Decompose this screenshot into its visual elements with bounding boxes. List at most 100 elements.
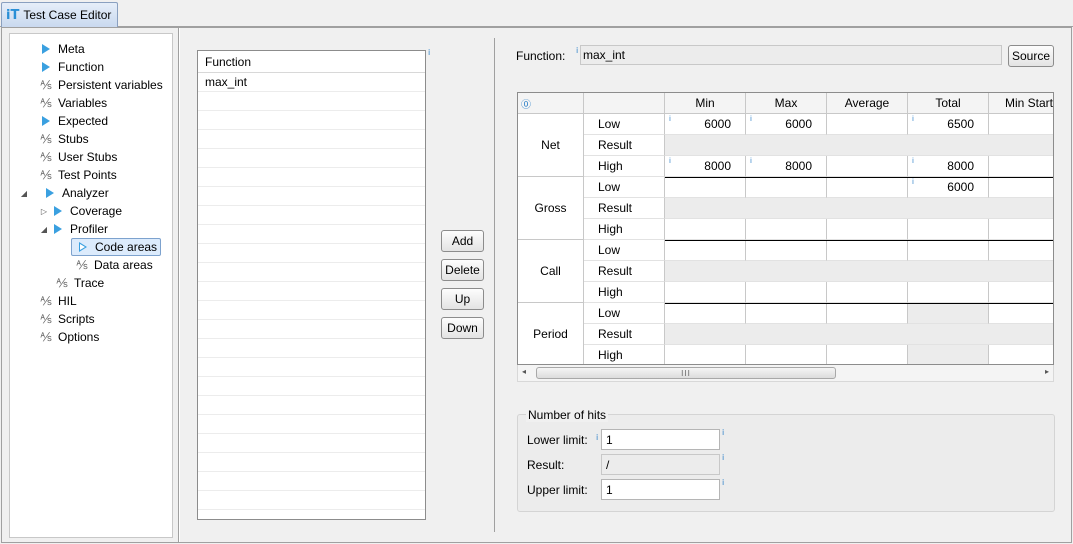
cell-net-low-min[interactable]: i 6000 — [665, 114, 746, 135]
info-icon[interactable]: i — [722, 428, 724, 437]
info-icon[interactable]: i — [722, 453, 724, 462]
empty-row[interactable] — [198, 187, 425, 206]
info-icon[interactable]: i — [576, 46, 578, 55]
empty-row[interactable] — [198, 339, 425, 358]
cell-net-high-average[interactable] — [827, 156, 908, 177]
column-header-min[interactable]: Min — [665, 93, 746, 114]
empty-row[interactable] — [198, 377, 425, 396]
tree-item-code-areas[interactable]: Code areas — [71, 238, 162, 256]
empty-row[interactable] — [198, 358, 425, 377]
empty-row[interactable] — [198, 491, 425, 510]
cell-net-low-average[interactable] — [827, 114, 908, 135]
grid-horizontal-scrollbar[interactable]: ◂ III ▸ — [517, 365, 1054, 382]
function-list-header[interactable]: Function — [198, 51, 425, 73]
column-header-min-start[interactable]: Min Start — [989, 93, 1053, 114]
cell-net-low-min-start[interactable] — [989, 114, 1053, 135]
down-button[interactable]: Down — [441, 317, 484, 339]
tree-item-hil[interactable]: ⅍ HIL — [26, 292, 76, 310]
cell-net-high-total[interactable]: i 8000 — [908, 156, 989, 177]
splitter[interactable] — [178, 28, 180, 542]
info-icon[interactable]: i — [750, 115, 752, 123]
column-header-total[interactable]: Total — [908, 93, 989, 114]
collapse-arrow-icon[interactable]: ◢ — [38, 225, 50, 234]
cell-call-high-max[interactable] — [746, 282, 827, 303]
cell-gross-low-max[interactable] — [746, 177, 827, 198]
cell-gross-low-min-start[interactable] — [989, 177, 1053, 198]
cell-gross-high-average[interactable] — [827, 219, 908, 240]
source-button[interactable]: Source — [1008, 45, 1054, 67]
empty-row[interactable] — [198, 472, 425, 491]
cell-gross-high-min-start[interactable] — [989, 219, 1053, 240]
cell-gross-low-average[interactable] — [827, 177, 908, 198]
collapse-arrow-icon[interactable]: ◢ — [18, 189, 30, 198]
empty-row[interactable] — [198, 453, 425, 472]
delete-button[interactable]: Delete — [441, 259, 484, 281]
empty-row[interactable] — [198, 168, 425, 187]
tree-item-scripts[interactable]: ⅍ Scripts — [26, 310, 94, 328]
cell-call-low-min[interactable] — [665, 240, 746, 261]
info-icon[interactable]: i — [596, 433, 598, 442]
cell-call-low-min-start[interactable] — [989, 240, 1053, 261]
tree-item-trace[interactable]: ⅍ Trace — [54, 274, 104, 292]
tree-item-profiler[interactable]: ◢ Profiler — [38, 220, 108, 238]
tree-item-function[interactable]: Function — [26, 58, 104, 76]
tree-item-coverage[interactable]: ▷ Coverage — [38, 202, 122, 220]
tree-item-data-areas[interactable]: ⅍ Data areas — [74, 256, 152, 274]
scrollbar-thumb[interactable]: III — [536, 367, 836, 379]
cell-gross-high-max[interactable] — [746, 219, 827, 240]
tree-item-options[interactable]: ⅍ Options — [26, 328, 99, 346]
scroll-right-arrow-icon[interactable]: ▸ — [1045, 367, 1049, 376]
empty-row[interactable] — [198, 111, 425, 130]
cell-call-low-max[interactable] — [746, 240, 827, 261]
cell-period-high-max[interactable] — [746, 345, 827, 364]
info-icon[interactable]: i — [669, 115, 671, 123]
list-item[interactable]: max_int — [198, 73, 425, 92]
grid-corner[interactable]: ⓪ — [518, 93, 584, 114]
section-tree[interactable]: Meta Function ⅍ Persistent variables ⅍ V… — [9, 33, 173, 538]
empty-row[interactable] — [198, 415, 425, 434]
cell-call-low-total[interactable] — [908, 240, 989, 261]
cell-gross-low-total[interactable]: i 6000 — [908, 177, 989, 198]
info-icon[interactable]: i — [912, 178, 914, 186]
tree-item-meta[interactable]: Meta — [26, 40, 85, 58]
column-header-average[interactable]: Average — [827, 93, 908, 114]
empty-row[interactable] — [198, 225, 425, 244]
empty-row[interactable] — [198, 434, 425, 453]
cell-period-low-average[interactable] — [827, 303, 908, 324]
tree-item-test-points[interactable]: ⅍ Test Points — [26, 166, 116, 184]
cell-period-low-min[interactable] — [665, 303, 746, 324]
tree-item-user-stubs[interactable]: ⅍ User Stubs — [26, 148, 117, 166]
info-icon[interactable]: i — [722, 478, 724, 487]
info-icon[interactable]: i — [912, 115, 914, 123]
empty-row[interactable] — [198, 301, 425, 320]
empty-row[interactable] — [198, 149, 425, 168]
info-icon[interactable]: i — [912, 157, 914, 165]
tree-item-analyzer[interactable]: ◢ Analyzer — [18, 184, 109, 202]
empty-row[interactable] — [198, 206, 425, 225]
empty-row[interactable] — [198, 130, 425, 149]
tree-item-persistent-variables[interactable]: ⅍ Persistent variables — [26, 76, 162, 94]
cell-period-high-average[interactable] — [827, 345, 908, 364]
cell-call-high-min[interactable] — [665, 282, 746, 303]
cell-net-low-max[interactable]: i 6000 — [746, 114, 827, 135]
add-button[interactable]: Add — [441, 230, 484, 252]
cell-net-high-min[interactable]: i 8000 — [665, 156, 746, 177]
column-header-max[interactable]: Max — [746, 93, 827, 114]
up-button[interactable]: Up — [441, 288, 484, 310]
lower-limit-input[interactable]: 1 — [601, 429, 720, 450]
cell-call-high-total[interactable] — [908, 282, 989, 303]
cell-gross-high-min[interactable] — [665, 219, 746, 240]
cell-gross-low-min[interactable] — [665, 177, 746, 198]
cell-net-high-min-start[interactable] — [989, 156, 1053, 177]
cell-call-high-min-start[interactable] — [989, 282, 1053, 303]
cell-period-high-min-start[interactable] — [989, 345, 1053, 364]
tree-item-stubs[interactable]: ⅍ Stubs — [26, 130, 88, 148]
upper-limit-input[interactable]: 1 — [601, 479, 720, 500]
tree-item-expected[interactable]: Expected — [26, 112, 108, 130]
info-icon[interactable]: i — [669, 157, 671, 165]
cell-period-low-max[interactable] — [746, 303, 827, 324]
tab-test-case-editor[interactable]: iT Test Case Editor — [1, 2, 119, 27]
empty-row[interactable] — [198, 396, 425, 415]
cell-period-high-min[interactable] — [665, 345, 746, 364]
empty-row[interactable] — [198, 263, 425, 282]
